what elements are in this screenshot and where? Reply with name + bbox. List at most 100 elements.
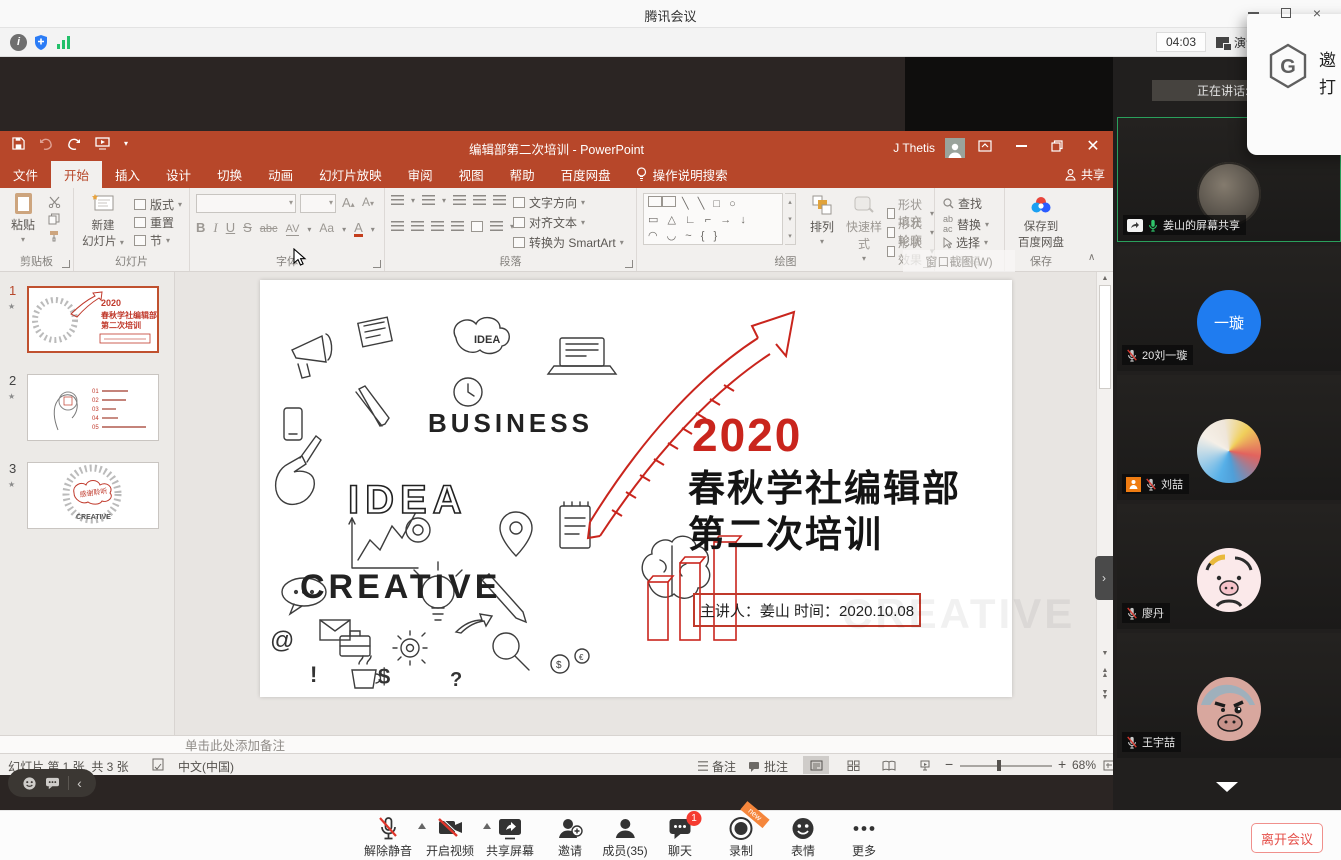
share-button[interactable]: 共享 (1065, 161, 1105, 188)
scroll-participants-down-icon[interactable] (1216, 782, 1238, 792)
members-button[interactable]: 成员(35) (602, 816, 647, 859)
line-spacing-button[interactable] (493, 195, 506, 206)
underline-button[interactable]: U (226, 220, 235, 235)
tab-help[interactable]: 帮助 (497, 161, 548, 188)
paragraph-dialog-launcher[interactable] (625, 260, 633, 268)
ppt-restore-icon[interactable] (1037, 131, 1077, 161)
zoom-in-button[interactable]: + (1058, 756, 1066, 772)
mic-options-caret[interactable] (418, 823, 426, 829)
slide-scrollbar[interactable]: ▲ ▼ ▲▲ ▼▼ (1096, 272, 1113, 735)
participant-tile[interactable]: 王宇喆 (1117, 633, 1341, 758)
slide-canvas[interactable]: $€ IDEA $ ? ! @ (260, 280, 1012, 697)
increase-indent-button[interactable] (473, 195, 486, 206)
scroll-down-icon[interactable]: ▼ (1099, 650, 1111, 657)
account-area[interactable]: J Thetis (893, 138, 965, 158)
scroll-up-icon[interactable]: ▲ (1099, 275, 1111, 282)
justify-button[interactable] (451, 221, 464, 232)
chat-button[interactable]: 1 聊天 (668, 816, 693, 859)
slide-thumbnail-1[interactable]: 2020 春秋学社编辑部 第二次培训 (27, 286, 159, 353)
tab-review[interactable]: 审阅 (395, 161, 446, 188)
font-dialog-launcher[interactable] (373, 260, 381, 268)
comments-toggle[interactable]: 批注 (748, 758, 788, 775)
find-button[interactable]: 查找 (943, 195, 982, 212)
slide-thumbnail-2[interactable]: 0102030405 (27, 374, 159, 441)
more-button[interactable]: 更多 (852, 816, 877, 859)
font-color-button[interactable]: A (354, 222, 363, 237)
slide-editing-area[interactable]: $€ IDEA $ ? ! @ (175, 272, 1096, 735)
smartart-button[interactable]: 转换为 SmartArt▾ (513, 234, 624, 251)
record-button[interactable]: new 录制 (729, 816, 754, 859)
replace-button[interactable]: abac替换▾ (943, 214, 989, 234)
spellcheck-icon[interactable] (152, 758, 164, 771)
decrease-indent-button[interactable] (453, 195, 466, 206)
tab-animations[interactable]: 动画 (255, 161, 306, 188)
collapse-pill-icon[interactable]: ‹ (77, 775, 82, 791)
network-signal-icon[interactable] (57, 36, 70, 49)
tell-me-search[interactable]: 操作说明搜索 (624, 161, 740, 188)
participant-tile[interactable]: 刘喆 (1117, 375, 1341, 500)
invite-popup[interactable]: G 邀 打 (1247, 14, 1341, 155)
slide-sorter-view-button[interactable] (840, 756, 866, 774)
minimize-icon[interactable] (1248, 12, 1259, 14)
next-slide-icon[interactable]: ▼▼ (1099, 690, 1111, 700)
slideshow-view-button[interactable] (912, 756, 938, 774)
tab-insert[interactable]: 插入 (102, 161, 153, 188)
bold-button[interactable]: B (196, 220, 205, 235)
participant-tile[interactable]: 廖丹 (1117, 504, 1341, 629)
grow-font-button[interactable]: A▴ (342, 195, 355, 210)
tab-view[interactable]: 视图 (446, 161, 497, 188)
chat-bubble-icon[interactable] (45, 777, 60, 790)
scroll-thumb[interactable] (1099, 285, 1111, 389)
ppt-close-icon[interactable]: ✕ (1073, 131, 1113, 161)
columns-button[interactable] (471, 221, 483, 232)
smiley-icon[interactable] (22, 776, 37, 791)
ppt-minimize-icon[interactable] (1001, 131, 1041, 161)
layout-button[interactable]: 版式▾ (134, 196, 182, 213)
start-video-button[interactable]: 开启视频 (426, 816, 474, 859)
shrink-font-button[interactable]: A▾ (362, 195, 374, 209)
meeting-info-icon[interactable]: i (10, 34, 27, 51)
align-text-button[interactable]: 对齐文本▾ (513, 214, 585, 231)
align-right-button[interactable] (431, 221, 444, 232)
section-button[interactable]: 节▾ (134, 232, 170, 249)
leave-meeting-button[interactable]: 离开会议 (1251, 823, 1323, 853)
font-size-select[interactable] (300, 194, 336, 213)
strike-button[interactable]: S (243, 220, 252, 235)
numbering-button[interactable] (422, 195, 435, 206)
notes-pane[interactable]: 单击此处添加备注 (0, 735, 1113, 753)
close-icon[interactable]: × (1313, 8, 1321, 18)
char-spacing-button[interactable]: AV (286, 223, 300, 236)
copy-button[interactable] (48, 213, 60, 225)
restore-icon[interactable] (1281, 8, 1291, 18)
participant-tile[interactable]: 一璇 20刘一璇 (1117, 246, 1341, 371)
zoom-out-button[interactable]: − (945, 756, 953, 772)
shapes-gallery-scroll[interactable]: ▴▾▾ (785, 193, 796, 245)
previous-slide-icon[interactable]: ▲▲ (1099, 668, 1111, 678)
zoom-level[interactable]: 68% (1072, 758, 1096, 772)
zoom-slider-thumb[interactable] (997, 760, 1001, 771)
justify-low-button[interactable] (490, 221, 503, 232)
paste-button[interactable]: 粘贴▾ (5, 193, 41, 244)
tab-slideshow[interactable]: 幻灯片放映 (306, 161, 395, 188)
normal-view-button[interactable] (803, 756, 829, 774)
format-painter-button[interactable] (48, 230, 60, 242)
select-button[interactable]: 选择▾ (943, 234, 988, 251)
tab-transitions[interactable]: 切换 (204, 161, 255, 188)
sidebar-collapse-handle[interactable]: › (1095, 556, 1113, 600)
unmute-button[interactable]: 解除静音 (364, 816, 412, 859)
collapse-ribbon-icon[interactable]: ∧ (1088, 252, 1095, 263)
shield-icon[interactable] (33, 34, 49, 51)
tab-design[interactable]: 设计 (153, 161, 204, 188)
tab-home[interactable]: 开始 (51, 161, 102, 188)
change-case-button[interactable]: Aa (319, 221, 334, 235)
save-to-netdisk-button[interactable]: 保存到百度网盘 (1013, 194, 1069, 250)
slide-thumbnail-3[interactable]: 感谢聆听 CREATIVE (27, 462, 159, 529)
ribbon-display-options-icon[interactable] (965, 131, 1005, 161)
new-slide-button[interactable]: 新建幻灯片 ▾ (80, 193, 126, 249)
tab-baidu-netdisk[interactable]: 百度网盘 (548, 161, 624, 188)
emoji-button[interactable]: 表情 (791, 816, 816, 859)
notes-toggle[interactable]: 备注 (698, 758, 736, 775)
text-direction-button[interactable]: 文字方向▾ (513, 194, 585, 211)
clipboard-dialog-launcher[interactable] (62, 260, 70, 268)
align-left-button[interactable] (391, 221, 404, 232)
